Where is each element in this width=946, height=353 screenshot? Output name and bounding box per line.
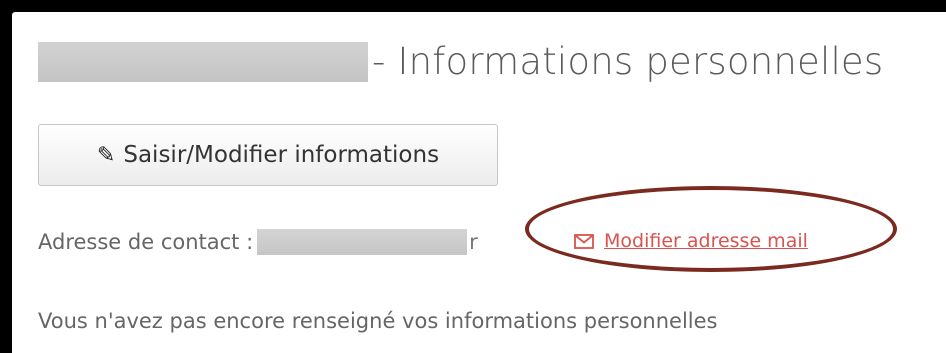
modify-mail-link[interactable]: Modifier adresse mail	[574, 230, 808, 252]
content-panel: - Informations personnelles ✎ Saisir/Mod…	[12, 12, 946, 353]
redacted-name	[38, 42, 368, 82]
page-title-text: - Informations personnelles	[372, 40, 884, 83]
notice-text: Vous n'avez pas encore renseigné vos inf…	[38, 309, 718, 333]
email-visible-tail: r	[469, 230, 478, 254]
page-title: - Informations personnelles	[38, 42, 883, 82]
envelope-icon	[574, 233, 594, 249]
edit-information-button[interactable]: ✎ Saisir/Modifier informations	[38, 124, 498, 186]
modify-mail-label: Modifier adresse mail	[604, 230, 808, 252]
redacted-email	[257, 229, 468, 255]
contact-address-row: Adresse de contact : r	[38, 229, 478, 255]
edit-information-label: Saisir/Modifier informations	[123, 142, 440, 168]
pencil-icon: ✎	[96, 142, 116, 168]
contact-address-label: Adresse de contact :	[38, 230, 254, 254]
